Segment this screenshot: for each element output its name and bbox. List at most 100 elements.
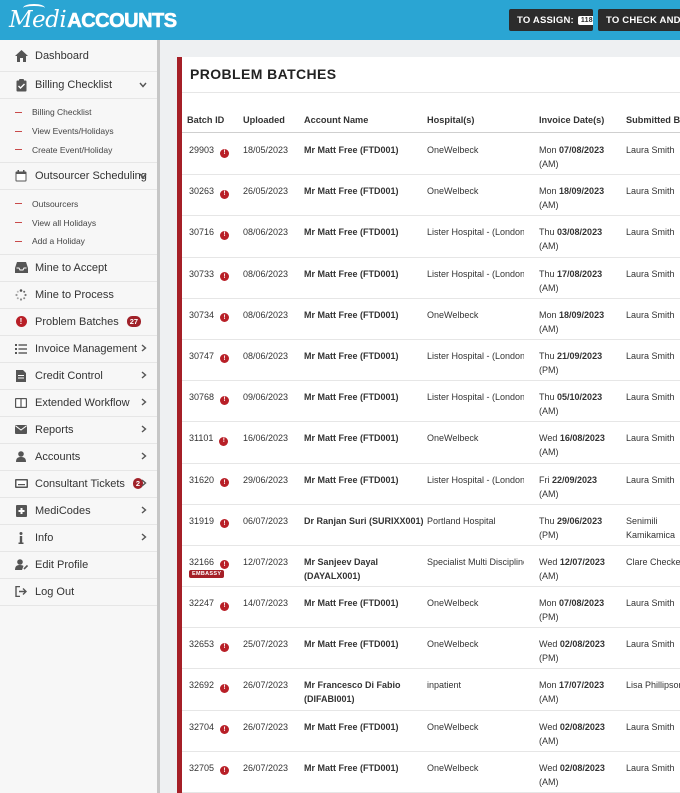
table-row[interactable]: 30768! 09/06/2023 Mr Matt Free (FTD001) Lis… (182, 381, 680, 423)
batch-id[interactable]: 31101 (189, 433, 213, 443)
batch-id[interactable]: 32653 (189, 639, 214, 649)
batch-id[interactable]: 32166 (189, 557, 214, 567)
batch-id-cell[interactable]: 32653! (189, 637, 241, 652)
submenu-item-add-holiday[interactable]: Add a Holiday (0, 232, 157, 251)
sidebar-item-reports[interactable]: Reports (0, 417, 157, 444)
batch-id-cell[interactable]: 31101! (189, 431, 241, 446)
to-assign-button[interactable]: TO ASSIGN: 118 (509, 9, 593, 31)
batch-id-cell[interactable]: 30733! (189, 267, 241, 282)
sidebar-item-mine-to-accept[interactable]: Mine to Accept (0, 255, 157, 282)
batch-id-cell[interactable]: 31620! (189, 473, 241, 487)
batch-id-cell[interactable]: 30734! (189, 308, 241, 323)
table-row[interactable]: 31919! 06/07/2023 Dr Ranjan Suri (SURIXX00… (182, 505, 680, 546)
batch-id-cell[interactable]: 30747! (189, 349, 241, 364)
batch-id-cell[interactable]: 29903! (189, 143, 241, 158)
sidebar-item-medicodes[interactable]: MediCodes (0, 498, 157, 525)
uploaded-date: 26/07/2023 (243, 762, 289, 773)
batch-id-cell[interactable]: 30768! (189, 390, 241, 405)
sidebar-item-label: Extended Workflow (35, 396, 130, 409)
table-row[interactable]: 32166! EMBASSY 12/07/2023 Mr Sanjeev Dayal … (182, 546, 680, 588)
alert-circle-icon: ! (220, 519, 230, 529)
batch-id[interactable]: 32692 (189, 680, 214, 690)
column-header-batch-id[interactable]: Batch ID (187, 115, 224, 125)
submenu-item-create-event[interactable]: Create Event/Holiday (0, 141, 157, 160)
sidebar-item-edit-profile[interactable]: Edit Profile (0, 552, 157, 579)
column-header-submitted-by[interactable]: Submitted By (626, 115, 680, 125)
invoice-date-value: 02/08/2023 (559, 639, 605, 650)
table-row[interactable]: 30733! 08/06/2023 Mr Matt Free (FTD001) Lis… (182, 258, 680, 299)
table-row[interactable]: 30263! 26/05/2023 Mr Matt Free (FTD001) One… (182, 175, 680, 217)
sidebar-item-consultant-tickets[interactable]: Consultant Tickets 2 (0, 471, 157, 498)
batch-id[interactable]: 30716 (189, 227, 214, 237)
batch-id[interactable]: 30263 (189, 186, 214, 196)
batch-id-cell[interactable]: 32705! (189, 761, 241, 776)
submenu-item-view-all-holidays[interactable]: View all Holidays (0, 213, 157, 232)
submenu-item-billing-checklist[interactable]: Billing Checklist (0, 103, 157, 122)
sidebar-item-invoice-management[interactable]: Invoice Management (0, 336, 157, 363)
batch-id-cell[interactable]: 32692! (189, 678, 241, 693)
batch-id[interactable]: 32247 (189, 598, 214, 608)
batch-id-cell[interactable]: 32247! (189, 596, 241, 611)
column-header-account-name[interactable]: Account Name (304, 115, 368, 125)
batch-id-cell[interactable]: 32166! (189, 555, 241, 570)
batch-id-cell[interactable]: 30263! (189, 184, 241, 199)
batch-id[interactable]: 31620 (189, 475, 214, 485)
invoice-day: Fri (539, 474, 550, 485)
submitted-by: Lisa Phillipson (626, 680, 680, 691)
table-row[interactable]: 32705! 26/07/2023 Mr Matt Free (FTD001) One… (182, 752, 680, 793)
table-row[interactable]: 29903! 18/05/2023 Mr Matt Free (FTD001) One… (182, 134, 680, 176)
table-row[interactable]: 30716! 08/06/2023 Mr Matt Free (FTD001) Lis… (182, 216, 680, 258)
batch-id[interactable]: 30734 (189, 310, 214, 320)
table-row[interactable]: 31620! 29/06/2023 Mr Matt Free (FTD001) Lis… (182, 464, 680, 505)
sidebar-item-info[interactable]: Info (0, 525, 157, 552)
sidebar-item-extended-workflow[interactable]: Extended Workflow (0, 390, 157, 417)
account-name: Mr Matt Free (FTD001) (304, 474, 399, 485)
uploaded-date: 09/06/2023 (243, 392, 289, 403)
invoice-date: Mon 07/08/2023 (PM) (539, 596, 621, 624)
sidebar-item-credit-control[interactable]: Credit Control (0, 363, 157, 390)
sidebar-item-outsourcer-scheduling[interactable]: Outsourcer Scheduling (0, 163, 157, 191)
batch-id-cell[interactable]: 32704! (189, 720, 241, 735)
sidebar-item-label: Accounts (35, 450, 81, 463)
batch-id-cell[interactable]: 30716! (189, 225, 241, 240)
sidebar-item-mine-to-process[interactable]: Mine to Process (0, 282, 157, 309)
batch-id[interactable]: 29903 (189, 145, 214, 155)
batch-id[interactable]: 30733 (189, 269, 214, 279)
chevron-down-icon (139, 80, 147, 90)
table-row[interactable]: 32704! 26/07/2023 Mr Matt Free (FTD001) One… (182, 711, 680, 752)
batch-id[interactable]: 32705 (189, 763, 214, 773)
batch-id[interactable]: 31919 (189, 516, 214, 526)
table-row[interactable]: 31101! 16/06/2023 Mr Matt Free (FTD001) One… (182, 422, 680, 464)
invoice-date: Wed 02/08/2023 (AM) (539, 761, 621, 789)
table-row[interactable]: 32247! 14/07/2023 Mr Matt Free (FTD001) One… (182, 587, 680, 629)
account-name: Mr Matt Free (FTD001) (304, 639, 399, 650)
batch-id[interactable]: 30768 (189, 392, 214, 402)
column-header-hospitals[interactable]: Hospital(s) (427, 115, 474, 125)
table-row[interactable]: 30747! 08/06/2023 Mr Matt Free (FTD001) Lis… (182, 340, 680, 382)
submenu-item-view-events[interactable]: View Events/Holidays (0, 122, 157, 141)
submitted-by: Laura Smith (626, 350, 675, 361)
app-logo[interactable]: Medi ACCOUNTS (9, 4, 177, 33)
column-header-invoice-dates[interactable]: Invoice Date(s) (539, 115, 604, 125)
table-row[interactable]: 32653! 25/07/2023 Mr Matt Free (FTD001) One… (182, 628, 680, 670)
problem-batches-panel: PROBLEM BATCHES Batch ID Uploaded Accoun… (177, 57, 680, 793)
table-row[interactable]: 30734! 08/06/2023 Mr Matt Free (FTD001) One… (182, 299, 680, 340)
batch-id-cell[interactable]: 31919! (189, 514, 241, 529)
sidebar-item-billing-checklist[interactable]: Billing Checklist (0, 72, 157, 99)
submenu-item-outsourcers[interactable]: Outsourcers (0, 194, 157, 213)
uploaded-date: 16/06/2023 (243, 433, 289, 444)
batch-id[interactable]: 32704 (189, 722, 214, 732)
batch-id[interactable]: 30747 (189, 351, 214, 361)
to-check-button[interactable]: TO CHECK AND PR (598, 9, 680, 31)
sidebar-item-problem-batches[interactable]: ! Problem Batches 27 (0, 309, 157, 336)
sidebar-item-dashboard[interactable]: Dashboard (0, 40, 157, 72)
table-row[interactable]: 32692! 26/07/2023 Mr Francesco Di Fabio (D… (182, 669, 680, 711)
hospital-name: Lister Hospital - (London) (427, 392, 524, 403)
spinner-icon (14, 288, 28, 302)
invoice-day: Thu (539, 392, 555, 403)
column-header-uploaded[interactable]: Uploaded (243, 115, 285, 125)
hospital-name: inpatient (427, 680, 462, 691)
sidebar-item-accounts[interactable]: Accounts (0, 444, 157, 471)
alert-circle-icon: ! (220, 766, 230, 776)
sidebar-item-log-out[interactable]: Log Out (0, 579, 157, 606)
